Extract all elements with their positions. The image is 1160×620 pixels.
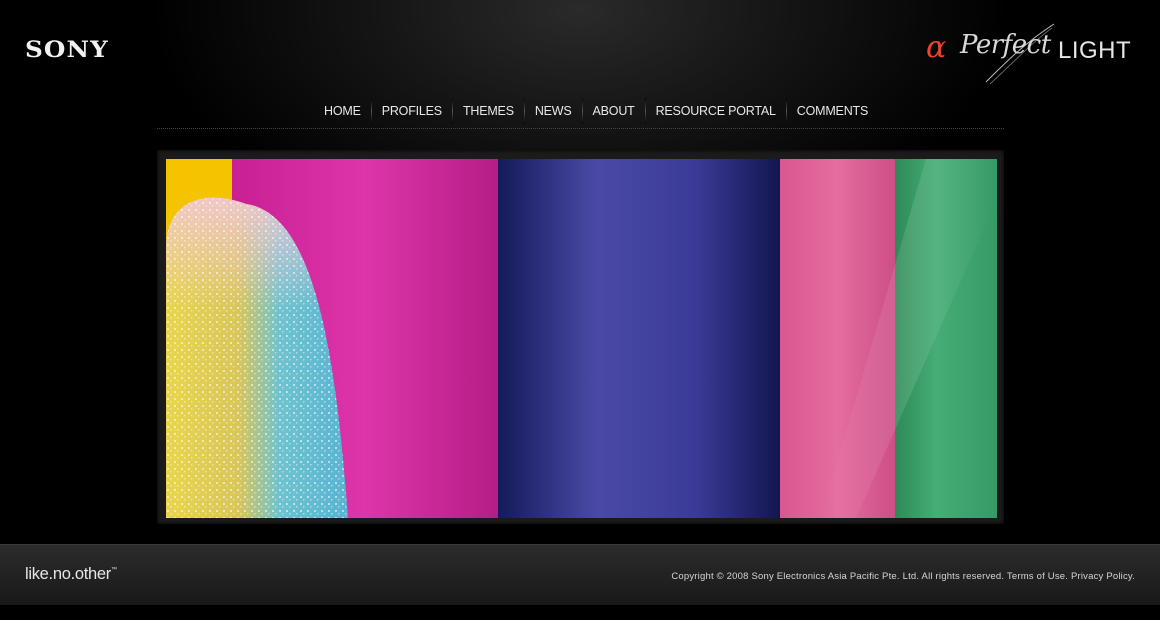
tagline-logo: like.no.other™: [25, 565, 117, 584]
trademark-mark: ™: [111, 567, 117, 573]
hero-photo: [166, 159, 997, 518]
bottom-bar: [0, 605, 1160, 620]
privacy-policy-link[interactable]: Privacy Policy.: [1071, 571, 1135, 582]
nav-themes[interactable]: THEMES: [453, 98, 524, 124]
hero-frame: [157, 150, 1004, 524]
terms-of-use-link[interactable]: Terms of Use.: [1007, 571, 1068, 582]
alpha-mark: α: [926, 30, 947, 65]
hero-image: [166, 159, 997, 518]
copyright-text: Copyright © 2008 Sony Electronics Asia P…: [671, 571, 1005, 582]
copyright-line: Copyright © 2008 Sony Electronics Asia P…: [671, 571, 1135, 582]
nav-about[interactable]: ABOUT: [583, 98, 645, 124]
main-nav: HOME PROFILES THEMES NEWS ABOUT RESOURCE…: [314, 98, 878, 124]
nav-divider-line: [157, 128, 1004, 129]
nav-resource-portal[interactable]: RESOURCE PORTAL: [646, 98, 786, 124]
tagline-text: like.no.other: [25, 565, 111, 583]
sony-logo[interactable]: SONY: [25, 37, 109, 63]
footer: like.no.other™ Copyright © 2008 Sony Ele…: [0, 544, 1160, 606]
nav-home[interactable]: HOME: [314, 98, 371, 124]
alpha-perfect-light-logo: α Perfect LIGHT: [926, 22, 1136, 86]
campaign-script-word: Perfect: [960, 30, 1051, 60]
nav-profiles[interactable]: PROFILES: [372, 98, 452, 124]
campaign-word: LIGHT: [1058, 37, 1132, 64]
nav-news[interactable]: NEWS: [525, 98, 582, 124]
stripe-blue: [498, 159, 780, 518]
nav-comments[interactable]: COMMENTS: [787, 98, 878, 124]
